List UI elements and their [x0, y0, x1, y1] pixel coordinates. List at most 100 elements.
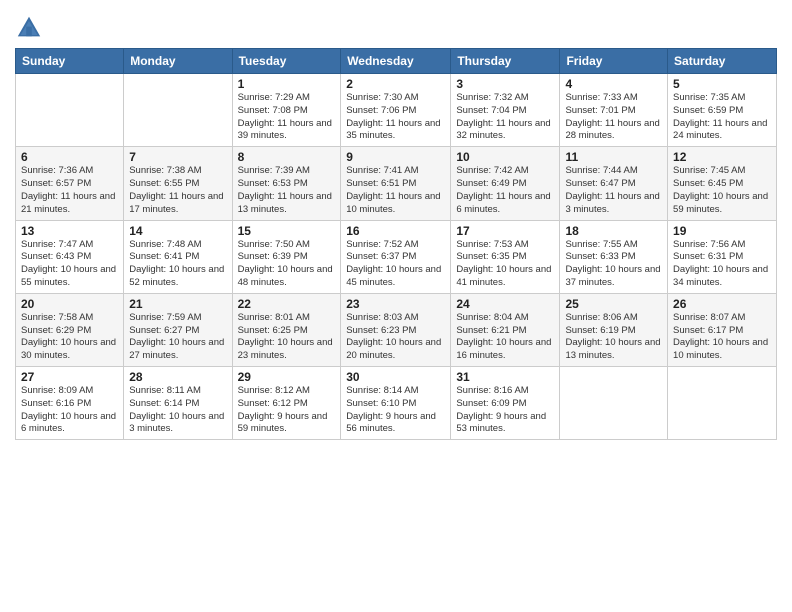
day-number: 4 — [565, 77, 662, 91]
day-info: Sunrise: 7:39 AM Sunset: 6:53 PM Dayligh… — [238, 165, 336, 216]
calendar-cell: 5Sunrise: 7:35 AM Sunset: 6:59 PM Daylig… — [668, 74, 777, 147]
day-number: 2 — [346, 77, 445, 91]
day-info: Sunrise: 7:59 AM Sunset: 6:27 PM Dayligh… — [129, 312, 226, 363]
day-info: Sunrise: 8:03 AM Sunset: 6:23 PM Dayligh… — [346, 312, 445, 363]
day-info: Sunrise: 8:12 AM Sunset: 6:12 PM Dayligh… — [238, 385, 336, 436]
calendar-cell — [16, 74, 124, 147]
day-number: 16 — [346, 224, 445, 238]
day-number: 28 — [129, 370, 226, 384]
day-info: Sunrise: 7:38 AM Sunset: 6:55 PM Dayligh… — [129, 165, 226, 216]
calendar-cell: 15Sunrise: 7:50 AM Sunset: 6:39 PM Dayli… — [232, 220, 341, 293]
day-info: Sunrise: 8:11 AM Sunset: 6:14 PM Dayligh… — [129, 385, 226, 436]
logo-icon — [15, 14, 43, 42]
weekday-header-thursday: Thursday — [451, 49, 560, 74]
calendar-cell — [668, 367, 777, 440]
day-number: 1 — [238, 77, 336, 91]
week-row-3: 13Sunrise: 7:47 AM Sunset: 6:43 PM Dayli… — [16, 220, 777, 293]
calendar-cell: 26Sunrise: 8:07 AM Sunset: 6:17 PM Dayli… — [668, 293, 777, 366]
calendar-cell: 27Sunrise: 8:09 AM Sunset: 6:16 PM Dayli… — [16, 367, 124, 440]
weekday-header-friday: Friday — [560, 49, 668, 74]
day-number: 20 — [21, 297, 118, 311]
day-number: 7 — [129, 150, 226, 164]
day-number: 29 — [238, 370, 336, 384]
day-number: 30 — [346, 370, 445, 384]
day-number: 17 — [456, 224, 554, 238]
day-info: Sunrise: 7:56 AM Sunset: 6:31 PM Dayligh… — [673, 239, 771, 290]
day-number: 13 — [21, 224, 118, 238]
day-number: 26 — [673, 297, 771, 311]
day-info: Sunrise: 8:09 AM Sunset: 6:16 PM Dayligh… — [21, 385, 118, 436]
day-info: Sunrise: 7:55 AM Sunset: 6:33 PM Dayligh… — [565, 239, 662, 290]
week-row-1: 1Sunrise: 7:29 AM Sunset: 7:08 PM Daylig… — [16, 74, 777, 147]
day-info: Sunrise: 7:53 AM Sunset: 6:35 PM Dayligh… — [456, 239, 554, 290]
day-number: 11 — [565, 150, 662, 164]
day-number: 22 — [238, 297, 336, 311]
calendar-cell: 17Sunrise: 7:53 AM Sunset: 6:35 PM Dayli… — [451, 220, 560, 293]
day-info: Sunrise: 7:36 AM Sunset: 6:57 PM Dayligh… — [21, 165, 118, 216]
calendar-cell: 10Sunrise: 7:42 AM Sunset: 6:49 PM Dayli… — [451, 147, 560, 220]
calendar-table: SundayMondayTuesdayWednesdayThursdayFrid… — [15, 48, 777, 440]
calendar-cell: 16Sunrise: 7:52 AM Sunset: 6:37 PM Dayli… — [341, 220, 451, 293]
calendar-cell: 9Sunrise: 7:41 AM Sunset: 6:51 PM Daylig… — [341, 147, 451, 220]
day-info: Sunrise: 7:35 AM Sunset: 6:59 PM Dayligh… — [673, 92, 771, 143]
logo — [15, 14, 46, 42]
calendar-cell: 18Sunrise: 7:55 AM Sunset: 6:33 PM Dayli… — [560, 220, 668, 293]
weekday-header-monday: Monday — [124, 49, 232, 74]
calendar-cell — [560, 367, 668, 440]
calendar-cell: 1Sunrise: 7:29 AM Sunset: 7:08 PM Daylig… — [232, 74, 341, 147]
calendar-cell: 30Sunrise: 8:14 AM Sunset: 6:10 PM Dayli… — [341, 367, 451, 440]
calendar-cell: 7Sunrise: 7:38 AM Sunset: 6:55 PM Daylig… — [124, 147, 232, 220]
day-info: Sunrise: 7:45 AM Sunset: 6:45 PM Dayligh… — [673, 165, 771, 216]
day-info: Sunrise: 8:14 AM Sunset: 6:10 PM Dayligh… — [346, 385, 445, 436]
day-info: Sunrise: 7:41 AM Sunset: 6:51 PM Dayligh… — [346, 165, 445, 216]
day-info: Sunrise: 8:06 AM Sunset: 6:19 PM Dayligh… — [565, 312, 662, 363]
day-info: Sunrise: 7:33 AM Sunset: 7:01 PM Dayligh… — [565, 92, 662, 143]
calendar-cell: 25Sunrise: 8:06 AM Sunset: 6:19 PM Dayli… — [560, 293, 668, 366]
calendar-cell: 6Sunrise: 7:36 AM Sunset: 6:57 PM Daylig… — [16, 147, 124, 220]
calendar-cell: 19Sunrise: 7:56 AM Sunset: 6:31 PM Dayli… — [668, 220, 777, 293]
weekday-header-saturday: Saturday — [668, 49, 777, 74]
day-info: Sunrise: 7:42 AM Sunset: 6:49 PM Dayligh… — [456, 165, 554, 216]
calendar-cell: 20Sunrise: 7:58 AM Sunset: 6:29 PM Dayli… — [16, 293, 124, 366]
header — [15, 10, 777, 42]
day-number: 25 — [565, 297, 662, 311]
calendar-cell: 13Sunrise: 7:47 AM Sunset: 6:43 PM Dayli… — [16, 220, 124, 293]
day-info: Sunrise: 8:04 AM Sunset: 6:21 PM Dayligh… — [456, 312, 554, 363]
calendar-cell: 29Sunrise: 8:12 AM Sunset: 6:12 PM Dayli… — [232, 367, 341, 440]
day-info: Sunrise: 8:01 AM Sunset: 6:25 PM Dayligh… — [238, 312, 336, 363]
day-info: Sunrise: 8:07 AM Sunset: 6:17 PM Dayligh… — [673, 312, 771, 363]
calendar-cell: 31Sunrise: 8:16 AM Sunset: 6:09 PM Dayli… — [451, 367, 560, 440]
day-number: 19 — [673, 224, 771, 238]
day-number: 9 — [346, 150, 445, 164]
week-row-2: 6Sunrise: 7:36 AM Sunset: 6:57 PM Daylig… — [16, 147, 777, 220]
day-number: 23 — [346, 297, 445, 311]
day-number: 10 — [456, 150, 554, 164]
day-info: Sunrise: 7:50 AM Sunset: 6:39 PM Dayligh… — [238, 239, 336, 290]
weekday-header-wednesday: Wednesday — [341, 49, 451, 74]
calendar-cell: 28Sunrise: 8:11 AM Sunset: 6:14 PM Dayli… — [124, 367, 232, 440]
calendar-cell: 22Sunrise: 8:01 AM Sunset: 6:25 PM Dayli… — [232, 293, 341, 366]
day-number: 15 — [238, 224, 336, 238]
calendar-cell — [124, 74, 232, 147]
day-number: 27 — [21, 370, 118, 384]
day-info: Sunrise: 7:30 AM Sunset: 7:06 PM Dayligh… — [346, 92, 445, 143]
day-info: Sunrise: 7:47 AM Sunset: 6:43 PM Dayligh… — [21, 239, 118, 290]
calendar-cell: 24Sunrise: 8:04 AM Sunset: 6:21 PM Dayli… — [451, 293, 560, 366]
calendar-cell: 8Sunrise: 7:39 AM Sunset: 6:53 PM Daylig… — [232, 147, 341, 220]
calendar-cell: 11Sunrise: 7:44 AM Sunset: 6:47 PM Dayli… — [560, 147, 668, 220]
day-info: Sunrise: 7:44 AM Sunset: 6:47 PM Dayligh… — [565, 165, 662, 216]
calendar-cell: 12Sunrise: 7:45 AM Sunset: 6:45 PM Dayli… — [668, 147, 777, 220]
calendar-cell: 4Sunrise: 7:33 AM Sunset: 7:01 PM Daylig… — [560, 74, 668, 147]
page: SundayMondayTuesdayWednesdayThursdayFrid… — [0, 0, 792, 612]
calendar-cell: 3Sunrise: 7:32 AM Sunset: 7:04 PM Daylig… — [451, 74, 560, 147]
week-row-4: 20Sunrise: 7:58 AM Sunset: 6:29 PM Dayli… — [16, 293, 777, 366]
weekday-header-tuesday: Tuesday — [232, 49, 341, 74]
day-number: 6 — [21, 150, 118, 164]
day-number: 18 — [565, 224, 662, 238]
day-number: 21 — [129, 297, 226, 311]
day-number: 12 — [673, 150, 771, 164]
day-info: Sunrise: 7:58 AM Sunset: 6:29 PM Dayligh… — [21, 312, 118, 363]
day-number: 5 — [673, 77, 771, 91]
day-info: Sunrise: 7:48 AM Sunset: 6:41 PM Dayligh… — [129, 239, 226, 290]
day-number: 14 — [129, 224, 226, 238]
